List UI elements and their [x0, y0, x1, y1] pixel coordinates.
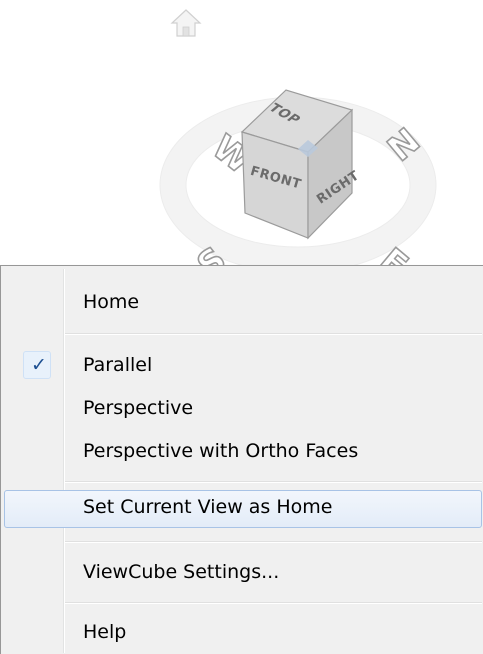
- menu-item-label: Set Current View as Home: [83, 496, 333, 518]
- menu-item-set-current-view-home[interactable]: Set Current View as Home: [4, 490, 482, 528]
- check-indicator: ✓: [23, 351, 51, 379]
- menu-item-label: Home: [83, 291, 140, 313]
- viewcube-graphic[interactable]: W N S E TOP FRONT RIGHT: [159, 80, 450, 287]
- menu-item-perspective-ortho-faces[interactable]: Perspective with Ortho Faces: [4, 434, 482, 470]
- menu-item-home[interactable]: Home: [4, 285, 482, 321]
- menu-item-help[interactable]: Help: [4, 615, 482, 651]
- menu-item-viewcube-settings[interactable]: ViewCube Settings...: [4, 555, 482, 591]
- menu-item-label: Perspective: [83, 397, 194, 419]
- menu-item-label: Parallel: [83, 354, 153, 376]
- menu-separator: [65, 333, 482, 335]
- home-icon[interactable]: [168, 6, 204, 40]
- menu-item-perspective[interactable]: Perspective: [4, 391, 482, 427]
- viewcube[interactable]: W N S E TOP FRONT RIGHT: [0, 0, 483, 287]
- menu-item-label: ViewCube Settings...: [83, 561, 280, 583]
- screen: W N S E TOP FRONT RIGHT Home ✓ Parallel …: [0, 0, 483, 654]
- menu-separator: [65, 602, 482, 604]
- menu-separator: [65, 481, 482, 483]
- menu-item-label: Help: [83, 621, 127, 643]
- viewcube-context-menu: Home ✓ Parallel Perspective Perspective …: [0, 265, 483, 654]
- menu-separator: [65, 541, 482, 543]
- checkmark-icon: ✓: [31, 354, 47, 376]
- menu-item-parallel[interactable]: ✓ Parallel: [4, 348, 482, 384]
- menu-item-label: Perspective with Ortho Faces: [83, 440, 359, 462]
